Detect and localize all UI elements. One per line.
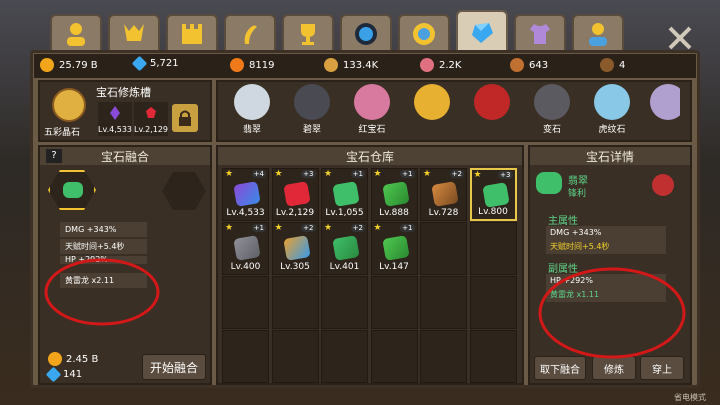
red-circle-annotation-right — [538, 267, 686, 359]
annotation-overlay — [44, 258, 686, 359]
red-circle-annotation-left — [44, 258, 160, 326]
power-save-label[interactable]: 省电模式 — [674, 392, 706, 403]
